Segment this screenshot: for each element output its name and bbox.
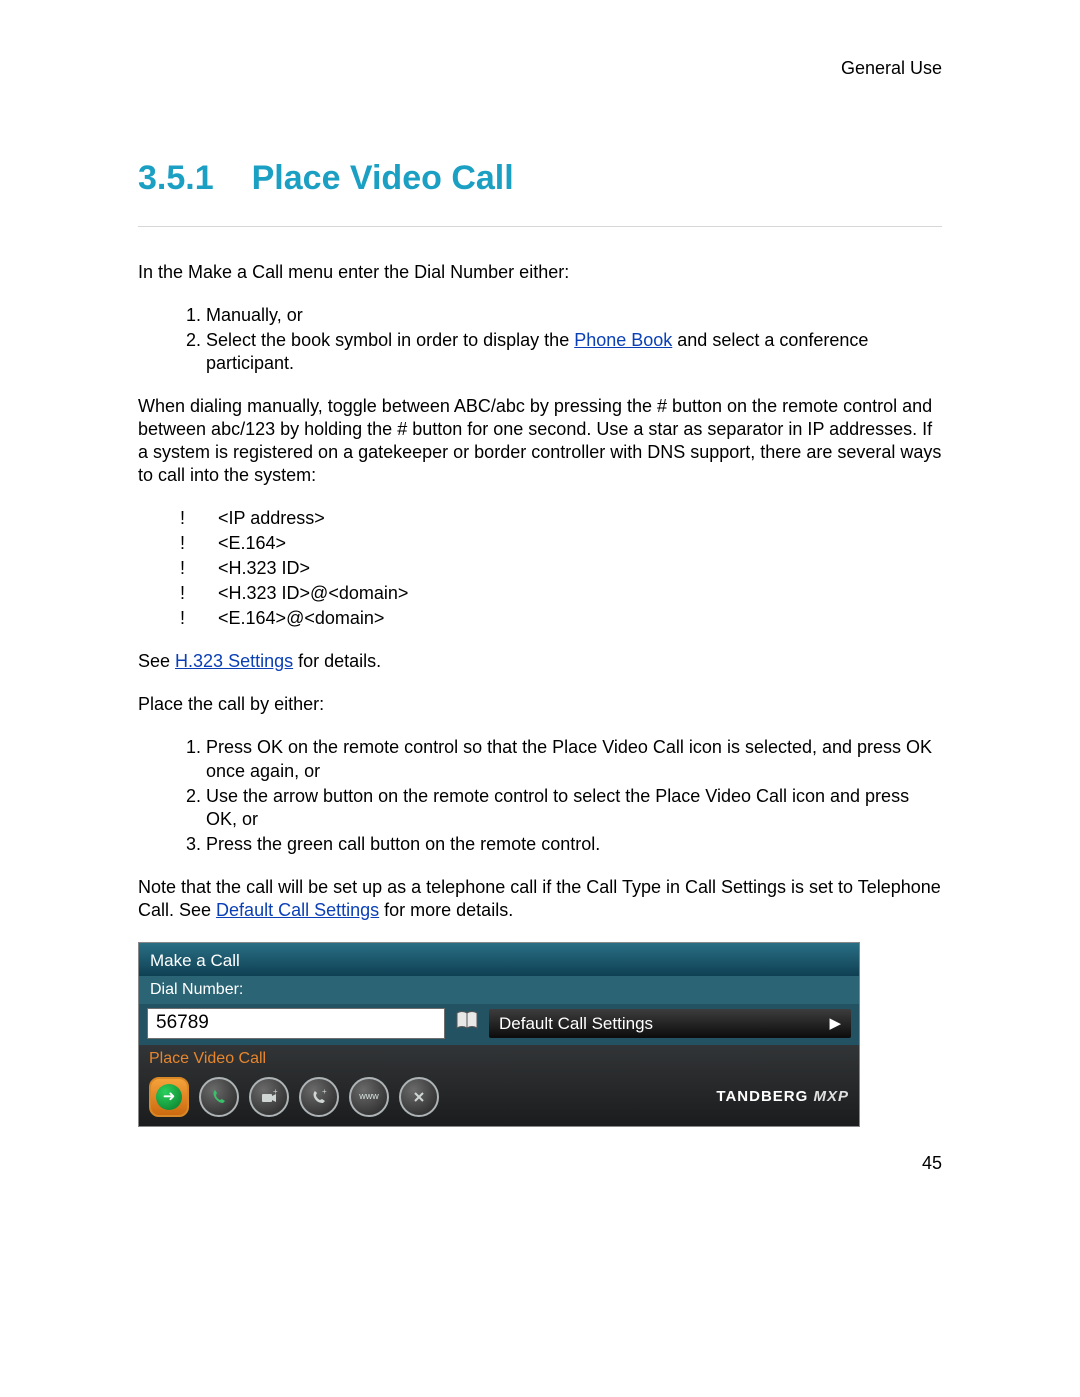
page-header-section: General Use bbox=[138, 58, 942, 79]
call-method-list: <IP address> <E.164> <H.323 ID> <H.323 I… bbox=[138, 507, 942, 630]
section-title: Place Video Call bbox=[252, 159, 514, 197]
brand-label: TANDBERG MXP bbox=[716, 1087, 849, 1106]
default-call-settings-button[interactable]: Default Call Settings ▶ bbox=[489, 1009, 851, 1039]
video-call-icon[interactable]: ➜ bbox=[149, 1077, 189, 1117]
see-settings-paragraph: See H.323 Settings for details. bbox=[138, 650, 942, 673]
page-number: 45 bbox=[922, 1153, 942, 1174]
entry-method-item: Manually, or bbox=[206, 304, 942, 327]
icon-toolbar: ➜ + + www TANDBERG MXP bbox=[149, 1073, 849, 1125]
intro-paragraph: In the Make a Call menu enter the Dial N… bbox=[138, 261, 942, 284]
entry-method-list: Manually, or Select the book symbol in o… bbox=[138, 304, 942, 375]
section-heading: 3.5.1 Place Video Call bbox=[138, 159, 942, 198]
dial-number-input[interactable]: 56789 bbox=[147, 1008, 445, 1039]
call-method-item: <H.323 ID> bbox=[180, 557, 942, 580]
phone-book-icon[interactable] bbox=[455, 1011, 479, 1037]
place-call-item: Press the green call button on the remot… bbox=[206, 833, 942, 856]
panel-title: Make a Call bbox=[139, 943, 859, 977]
entry-method-item: Select the book symbol in order to displ… bbox=[206, 329, 942, 375]
add-audio-icon[interactable]: + bbox=[299, 1077, 339, 1117]
svg-text:+: + bbox=[322, 1088, 327, 1096]
phone-book-link[interactable]: Phone Book bbox=[574, 330, 672, 350]
place-video-call-label: Place Video Call bbox=[149, 1049, 849, 1072]
call-method-item: <IP address> bbox=[180, 507, 942, 530]
dial-row: 56789 Default Call Settings ▶ bbox=[139, 1004, 859, 1045]
h323-settings-link[interactable]: H.323 Settings bbox=[175, 651, 293, 671]
section-number: 3.5.1 bbox=[138, 159, 214, 198]
close-icon[interactable] bbox=[399, 1077, 439, 1117]
streaming-icon[interactable]: www bbox=[349, 1077, 389, 1117]
note-paragraph: Note that the call will be set up as a t… bbox=[138, 876, 942, 922]
dial-number-label: Dial Number: bbox=[139, 976, 859, 1003]
settings-button-label: Default Call Settings bbox=[499, 1013, 653, 1035]
place-call-item: Press OK on the remote control so that t… bbox=[206, 736, 942, 782]
chevron-right-icon: ▶ bbox=[829, 1014, 841, 1033]
manual-dial-paragraph: When dialing manually, toggle between AB… bbox=[138, 395, 942, 487]
place-call-list: Press OK on the remote control so that t… bbox=[138, 736, 942, 855]
action-row: Place Video Call ➜ + + www bbox=[139, 1045, 859, 1125]
heading-separator bbox=[138, 226, 942, 227]
place-call-intro: Place the call by either: bbox=[138, 693, 942, 716]
default-call-settings-link[interactable]: Default Call Settings bbox=[216, 900, 379, 920]
audio-call-icon[interactable] bbox=[199, 1077, 239, 1117]
make-a-call-panel: Make a Call Dial Number: 56789 Default C… bbox=[138, 942, 860, 1127]
place-call-item: Use the arrow button on the remote contr… bbox=[206, 785, 942, 831]
call-method-item: <E.164> bbox=[180, 532, 942, 555]
call-method-item: <E.164>@<domain> bbox=[180, 607, 942, 630]
svg-text:+: + bbox=[273, 1088, 278, 1096]
add-video-icon[interactable]: + bbox=[249, 1077, 289, 1117]
call-method-item: <H.323 ID>@<domain> bbox=[180, 582, 942, 605]
